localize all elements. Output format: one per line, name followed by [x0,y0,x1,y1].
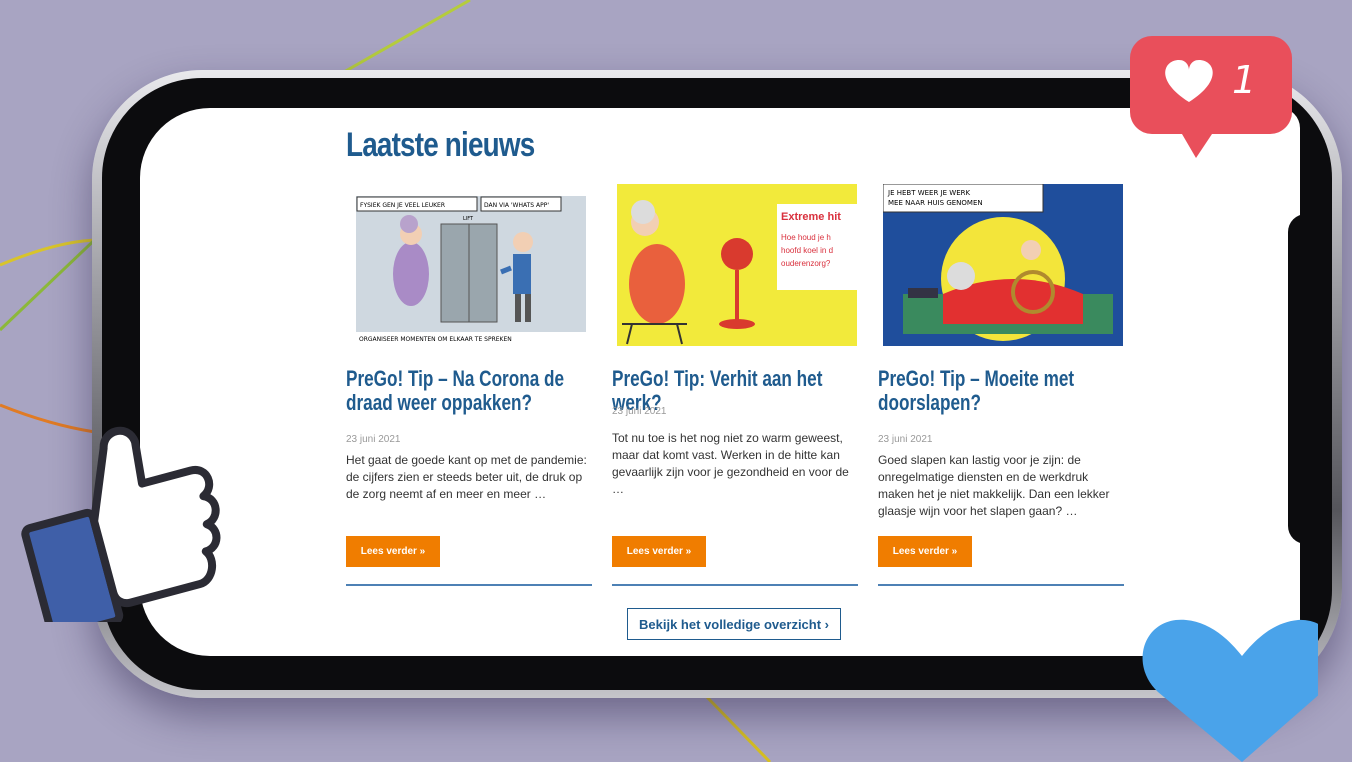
cartoon-text: Extreme hit [781,211,841,223]
card-divider [878,584,1124,586]
phone-notch [1288,214,1328,544]
section-title: Laatste nieuws [346,126,535,164]
article-date: 23 juni 2021 [612,406,667,417]
read-more-button[interactable]: Lees verder » [612,536,706,567]
article-title[interactable]: PreGo! Tip – Na Corona de draad weer opp… [346,367,580,415]
article-image[interactable]: JE HEBT WEER JE WERK MEE NAAR HUIS GENOM… [883,184,1123,346]
phone-screen: Laatste nieuws FYSIEK GEN JE VEEL LEUKER… [140,108,1300,656]
news-card: Extreme hit Hoe houd je h hoofd koel in … [612,184,858,586]
cartoon-text: ouderenzorg? [781,259,831,268]
read-more-button[interactable]: Lees verder » [878,536,972,567]
like-count: 1 [1232,58,1257,102]
news-card: JE HEBT WEER JE WERK MEE NAAR HUIS GENOM… [878,184,1124,586]
article-image[interactable]: FYSIEK GEN JE VEEL LEUKER DAN VIA 'WHATS… [351,184,591,346]
view-all-button[interactable]: Bekijk het volledige overzicht › [627,608,841,640]
article-excerpt: Goed slapen kan lastig voor je zijn: de … [878,453,1110,518]
read-more-button[interactable]: Lees verder » [346,536,440,567]
card-divider [612,584,858,586]
news-card: FYSIEK GEN JE VEEL LEUKER DAN VIA 'WHATS… [346,184,592,586]
article-image[interactable]: Extreme hit Hoe houd je h hoofd koel in … [617,184,857,346]
article-excerpt: Tot nu toe is het nog niet zo warm gewee… [612,431,849,496]
like-badge-icon [1130,36,1292,158]
cartoon-text: LIFT [463,216,474,222]
cartoon-text: Hoe houd je h [781,233,831,242]
article-title[interactable]: PreGo! Tip – Moeite met doorslapen? [878,367,1112,415]
heart-icon [1142,619,1318,762]
cartoon-text: MEE NAAR HUIS GENOMEN [888,199,983,207]
cartoon-text: hoofd koel in d [781,246,833,255]
article-date: 23 juni 2021 [878,434,933,445]
card-divider [346,584,592,586]
article-date: 23 juni 2021 [346,434,401,445]
thumbs-up-icon [21,426,221,622]
cartoon-text: FYSIEK GEN JE VEEL LEUKER [360,202,445,209]
cartoon-caption: ORGANISEER MOMENTEN OM ELKAAR TE SPREKEN [359,336,512,343]
article-excerpt: Het gaat de goede kant op met de pandemi… [346,453,587,501]
cartoon-text: DAN VIA 'WHATS APP' [484,202,549,209]
cartoon-text: JE HEBT WEER JE WERK [887,189,970,197]
